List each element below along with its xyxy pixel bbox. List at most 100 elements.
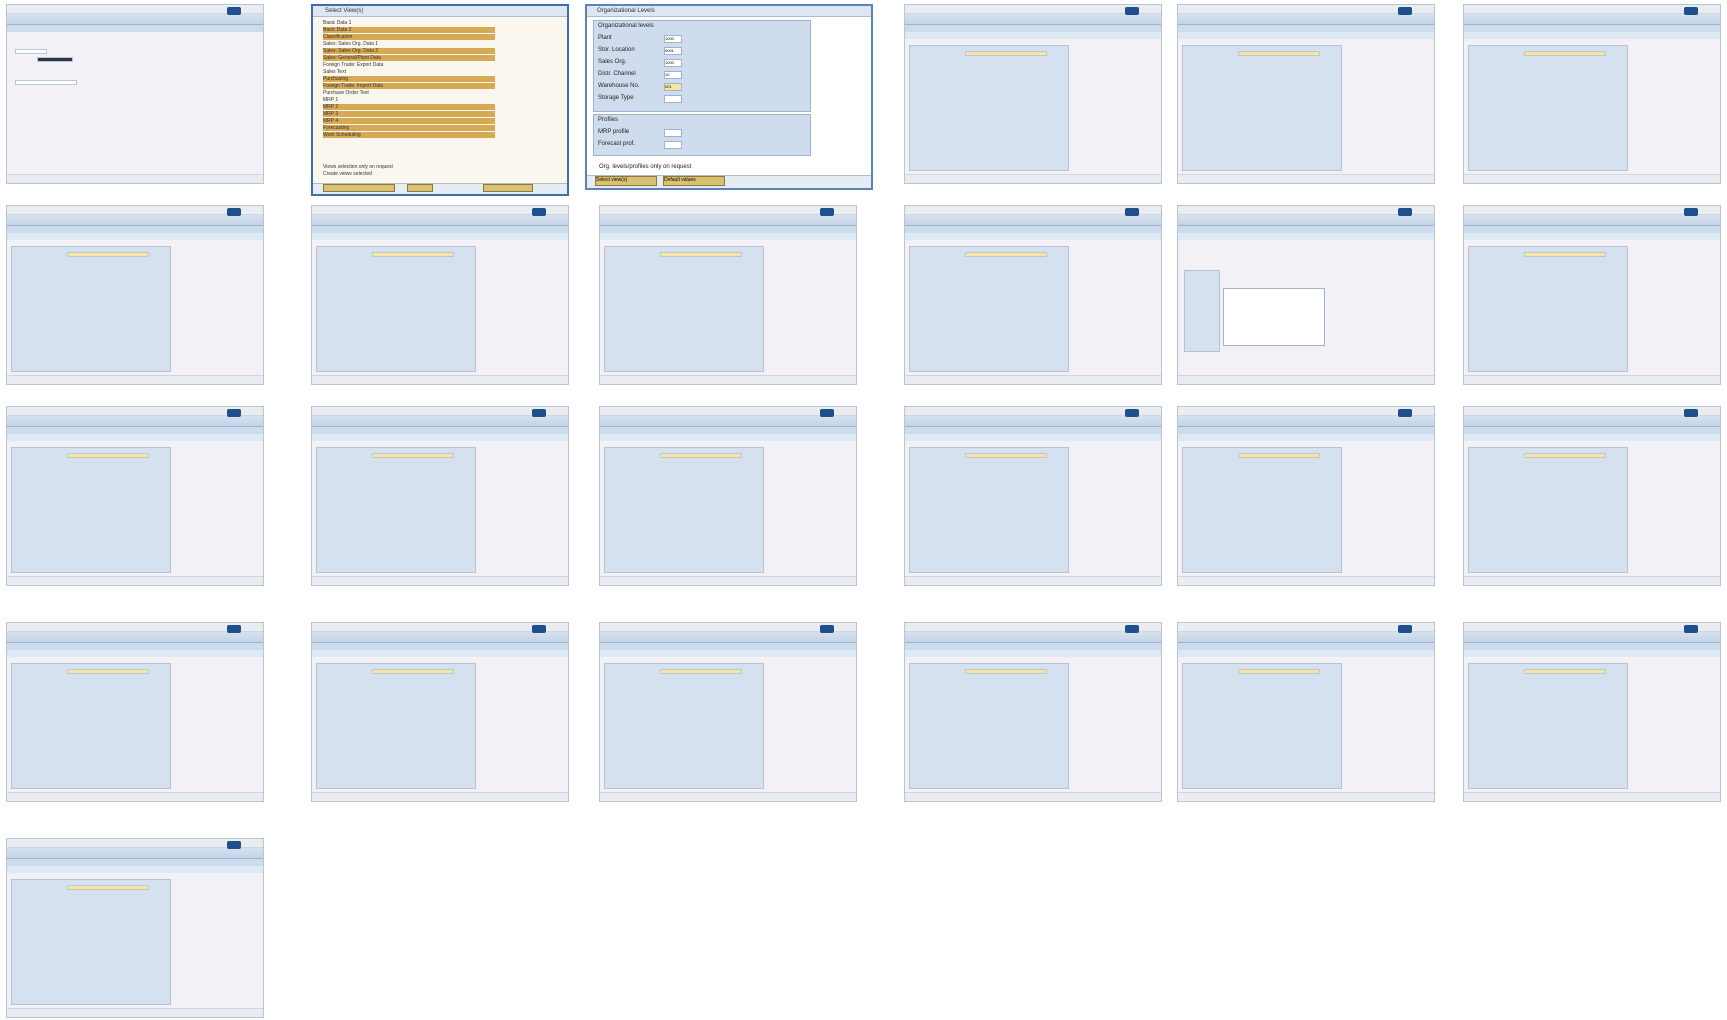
screen-thumbnail[interactable] <box>1177 622 1435 802</box>
toolbar[interactable] <box>1464 416 1720 427</box>
material-field[interactable] <box>660 252 742 257</box>
view-item[interactable]: Foreign Trade: Import Data <box>323 83 495 89</box>
toolbar[interactable] <box>7 416 263 427</box>
view-item[interactable]: Sales: Sales Org. Data 2 <box>323 48 495 54</box>
material-field[interactable] <box>372 252 454 257</box>
menu-bar[interactable] <box>7 206 263 215</box>
tab-strip[interactable] <box>7 866 263 873</box>
change-number-field[interactable] <box>15 80 77 85</box>
screen-thumbnail[interactable] <box>1177 406 1435 586</box>
screen-thumbnail[interactable] <box>904 406 1162 586</box>
screen-thumbnail[interactable] <box>1463 4 1721 184</box>
tab-strip[interactable] <box>905 233 1161 240</box>
material-field[interactable] <box>372 453 454 458</box>
view-item[interactable]: Basic Data 2 <box>323 27 495 33</box>
forecast-profile-input[interactable] <box>664 141 682 149</box>
menu-bar[interactable] <box>600 206 856 215</box>
view-item[interactable]: Purchasing <box>323 76 495 82</box>
menu-bar[interactable] <box>600 407 856 416</box>
material-field[interactable] <box>965 252 1047 257</box>
view-item[interactable]: MRP 2 <box>323 104 495 110</box>
menu-bar[interactable] <box>905 5 1161 14</box>
screen-thumbnail[interactable] <box>6 622 264 802</box>
material-field[interactable] <box>1524 252 1606 257</box>
menu-bar[interactable] <box>7 623 263 632</box>
screen-thumbnail[interactable] <box>1177 4 1435 184</box>
view-item[interactable]: Foreign Trade: Export Data <box>323 62 495 68</box>
warehouse-input[interactable]: 001 <box>664 83 682 91</box>
tab-strip[interactable] <box>312 650 568 657</box>
mrp-profile-input[interactable] <box>664 129 682 137</box>
menu-bar[interactable] <box>1178 407 1434 416</box>
material-field[interactable] <box>660 453 742 458</box>
view-item[interactable]: Sales Text <box>323 69 495 75</box>
tab-strip[interactable] <box>905 434 1161 441</box>
view-item[interactable]: Purchase Order Text <box>323 90 495 96</box>
material-field[interactable] <box>67 453 149 458</box>
material-field[interactable] <box>67 669 149 674</box>
org-levels-button[interactable] <box>323 184 395 192</box>
toolbar[interactable] <box>1178 632 1434 643</box>
view-item[interactable]: Sales: Sales Org. Data 1 <box>323 41 495 47</box>
screen-thumbnail[interactable] <box>904 622 1162 802</box>
create-views-checkbox[interactable]: Create views selected <box>323 171 503 177</box>
tab-strip[interactable] <box>1464 32 1720 39</box>
toolbar[interactable] <box>7 632 263 643</box>
screen-thumbnail[interactable] <box>1463 622 1721 802</box>
menu-bar[interactable] <box>1464 206 1720 215</box>
menu-bar[interactable] <box>312 206 568 215</box>
view-item[interactable]: Sales: General/Plant Data <box>323 55 495 61</box>
view-item[interactable]: MRP 4 <box>323 118 495 124</box>
toolbar[interactable] <box>1178 14 1434 25</box>
view-item[interactable]: Classification <box>323 34 495 40</box>
screen-thumbnail[interactable] <box>6 205 264 385</box>
toolbar[interactable] <box>7 848 263 859</box>
material-field[interactable] <box>67 252 149 257</box>
material-field[interactable] <box>1524 51 1606 56</box>
screen-thumbnail[interactable] <box>1177 205 1435 385</box>
view-item[interactable]: MRP 3 <box>323 111 495 117</box>
org-levels-request-checkbox[interactable]: Org. levels/profiles only on request <box>599 164 691 170</box>
view-item[interactable]: Work Scheduling <box>323 132 495 138</box>
toolbar[interactable] <box>600 416 856 427</box>
menu-bar[interactable] <box>1178 623 1434 632</box>
tab-strip[interactable] <box>905 32 1161 39</box>
menu-bar[interactable] <box>312 407 568 416</box>
menu-bar[interactable] <box>7 839 263 848</box>
data-button[interactable] <box>407 184 433 192</box>
screen-thumbnail[interactable] <box>311 622 569 802</box>
toolbar[interactable] <box>1464 215 1720 226</box>
tab-strip[interactable] <box>312 434 568 441</box>
material-field[interactable] <box>965 453 1047 458</box>
material-field[interactable] <box>372 669 454 674</box>
sales-org-input[interactable]: 1000 <box>664 59 682 67</box>
material-field[interactable] <box>965 669 1047 674</box>
menu-bar[interactable] <box>905 623 1161 632</box>
toolbar[interactable] <box>1464 632 1720 643</box>
tab-strip[interactable] <box>600 233 856 240</box>
tab-strip[interactable] <box>1178 233 1434 240</box>
material-field[interactable] <box>1524 669 1606 674</box>
toolbar[interactable] <box>1464 14 1720 25</box>
tab-strip[interactable] <box>1464 233 1720 240</box>
menu-bar[interactable] <box>905 407 1161 416</box>
screen-thumbnail[interactable] <box>6 838 264 1018</box>
menu-bar[interactable] <box>1464 407 1720 416</box>
view-item[interactable]: Basic Data 1 <box>323 20 495 26</box>
screen-thumbnail[interactable] <box>311 406 569 586</box>
view-item[interactable]: Forecasting <box>323 125 495 131</box>
toolbar[interactable] <box>1178 416 1434 427</box>
tab-strip[interactable] <box>7 650 263 657</box>
storage-location-input[interactable]: 0001 <box>664 47 682 55</box>
screen-thumbnail[interactable] <box>1463 205 1721 385</box>
screen-thumbnail[interactable] <box>599 406 857 586</box>
tab-strip[interactable] <box>1464 650 1720 657</box>
material-type-field[interactable] <box>37 57 73 62</box>
tab-strip[interactable] <box>1178 32 1434 39</box>
org-levels-dialog[interactable]: Organizational Levels Organizational lev… <box>585 4 873 190</box>
tab-strip[interactable] <box>905 650 1161 657</box>
distr-channel-input[interactable]: 10 <box>664 71 682 79</box>
storage-type-input[interactable] <box>664 95 682 103</box>
toolbar[interactable] <box>905 632 1161 643</box>
tab-strip[interactable] <box>600 650 856 657</box>
